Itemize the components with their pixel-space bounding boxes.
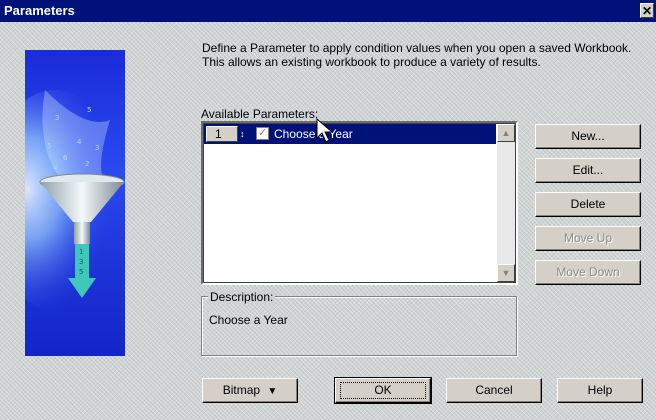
parameter-number: 1 — [206, 126, 238, 142]
parameters-list[interactable]: 1 ↕ ✓ Choose a Year ▲ ▼ — [201, 121, 518, 285]
dialog-description: Define a Parameter to apply condition va… — [202, 41, 632, 69]
scroll-up-icon[interactable]: ▲ — [497, 124, 515, 142]
new-button[interactable]: New... — [535, 124, 641, 149]
checkbox-icon[interactable]: ✓ — [256, 127, 269, 140]
description-group: Description: Choose a Year — [201, 290, 517, 356]
scroll-down-icon[interactable]: ▼ — [497, 264, 515, 282]
description-legend: Description: — [208, 290, 276, 304]
help-button[interactable]: Help — [557, 378, 643, 403]
svg-text:5: 5 — [47, 142, 51, 150]
bitmap-button-label: Bitmap — [222, 383, 261, 397]
svg-text:1: 1 — [79, 248, 83, 256]
funnel-illustration: 3 5 5 4 3 6 2 4 1 3 5 — [25, 50, 125, 356]
close-icon: ✕ — [641, 4, 653, 18]
delete-button-label: Delete — [570, 197, 606, 211]
edit-button-label: Edit... — [572, 163, 604, 177]
dropdown-arrow-icon: ▼ — [267, 386, 278, 397]
parameter-label: Choose a Year — [274, 127, 353, 141]
move-up-button[interactable]: Move Up — [535, 226, 641, 251]
mouse-pointer-icon — [316, 118, 334, 143]
help-button-label: Help — [587, 383, 613, 397]
focus-rectangle — [340, 382, 426, 399]
close-button[interactable]: ✕ — [640, 3, 654, 18]
svg-text:3: 3 — [55, 114, 59, 122]
move-down-button-label: Move Down — [556, 265, 620, 279]
move-down-button[interactable]: Move Down — [535, 260, 641, 285]
edit-button[interactable]: Edit... — [535, 158, 641, 183]
svg-text:3: 3 — [79, 258, 83, 266]
svg-text:4: 4 — [53, 164, 58, 172]
cancel-button-label: Cancel — [475, 383, 513, 397]
bitmap-button[interactable]: Bitmap ▼ — [202, 378, 298, 403]
delete-button[interactable]: Delete — [535, 192, 641, 217]
svg-text:6: 6 — [63, 154, 68, 162]
move-up-button-label: Move Up — [563, 231, 613, 245]
description-value: Choose a Year — [209, 313, 288, 327]
ok-button[interactable]: OK — [334, 377, 432, 404]
new-button-label: New... — [571, 129, 605, 143]
spin-icon[interactable]: ↕ — [240, 126, 250, 142]
svg-text:5: 5 — [79, 268, 83, 276]
svg-text:3: 3 — [95, 144, 99, 152]
vertical-scrollbar[interactable]: ▲ ▼ — [497, 124, 515, 282]
available-parameters-label: Available Parameters: — [201, 107, 319, 121]
list-item[interactable]: 1 ↕ ✓ Choose a Year — [204, 124, 496, 144]
cancel-button[interactable]: Cancel — [446, 378, 542, 403]
svg-text:2: 2 — [85, 160, 89, 168]
window-title: Parameters — [4, 3, 75, 18]
title-bar: Parameters ✕ — [0, 0, 656, 22]
svg-text:4: 4 — [77, 138, 82, 146]
svg-text:5: 5 — [87, 106, 91, 114]
